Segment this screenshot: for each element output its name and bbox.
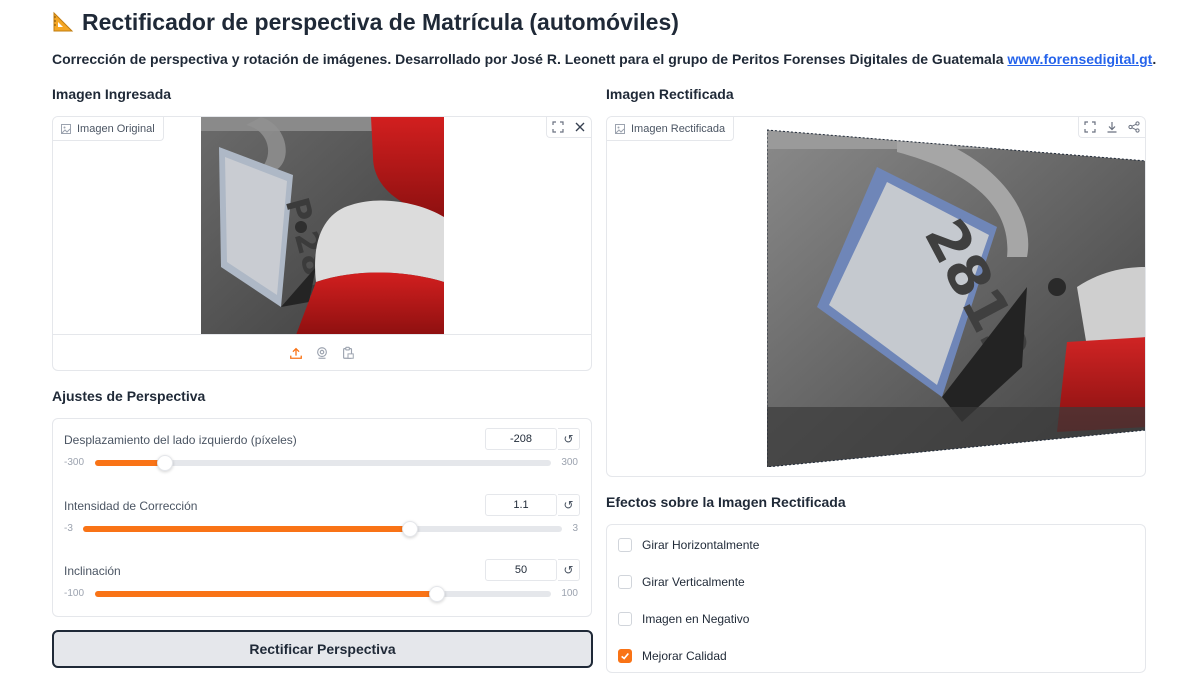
slider-correction-intensity: Intensidad de Corrección 1.1 ↺ -3 3 [53, 494, 591, 563]
slider-thumb[interactable] [156, 455, 173, 471]
effect-flip-vertical[interactable]: Girar Verticalmente [618, 572, 745, 592]
checkbox[interactable] [618, 575, 632, 589]
effects-panel: Girar Horizontalmente Girar Verticalment… [606, 524, 1146, 673]
slider-label: Desplazamiento del lado izquierdo (píxel… [64, 433, 297, 447]
effect-negative[interactable]: Imagen en Negativo [618, 609, 749, 629]
output-image-chip: Imagen Rectificada [607, 117, 735, 141]
settings-panel: Desplazamiento del lado izquierdo (píxel… [52, 418, 592, 617]
slider-number-input[interactable]: 50 [485, 559, 557, 581]
effect-flip-horizontal[interactable]: Girar Horizontalmente [618, 535, 759, 555]
description-suffix: . [1152, 51, 1157, 67]
slider-number-input[interactable]: -208 [485, 428, 557, 450]
description-text: Corrección de perspectiva y rotación de … [52, 51, 1004, 67]
slider-inclination: Inclinación 50 ↺ -100 100 [53, 559, 591, 616]
reset-icon[interactable]: ↺ [558, 494, 580, 516]
fullscreen-icon[interactable] [547, 117, 569, 137]
effects-label: Efectos sobre la Imagen Rectificada [606, 494, 846, 510]
input-image-toolbar [546, 117, 591, 138]
rectified-car-photo: 2812 [767, 129, 1145, 467]
reset-icon[interactable]: ↺ [558, 428, 580, 450]
webcam-icon[interactable] [314, 345, 330, 361]
settings-label: Ajustes de Perspectiva [52, 388, 206, 404]
slider-number-input[interactable]: 1.1 [485, 494, 557, 516]
checkbox[interactable] [618, 538, 632, 552]
image-icon [615, 123, 625, 134]
rectify-perspective-button[interactable]: Rectificar Perspectiva [52, 630, 593, 668]
input-image-chip: Imagen Original [53, 117, 164, 141]
original-car-photo: P 2812 [201, 117, 444, 335]
slider-min: -3 [64, 523, 73, 534]
slider-fill [83, 526, 411, 532]
checkbox-label: Girar Verticalmente [642, 575, 745, 589]
output-image-toolbar [1078, 117, 1145, 138]
checkbox-label: Girar Horizontalmente [642, 538, 760, 552]
slider-min: -300 [64, 457, 85, 468]
slider-max: 100 [561, 588, 578, 599]
checkbox-label: Imagen en Negativo [642, 612, 750, 626]
slider-track[interactable] [95, 455, 551, 471]
slider-thumb[interactable] [429, 586, 445, 602]
slider-max: 3 [572, 523, 578, 534]
close-icon[interactable] [569, 117, 591, 137]
checkbox-label: Mejorar Calidad [642, 649, 727, 663]
website-link[interactable]: www.forensedigital.gt [1007, 51, 1152, 67]
image-icon [61, 123, 71, 134]
fullscreen-icon[interactable] [1079, 117, 1101, 137]
share-icon[interactable] [1123, 117, 1145, 137]
slider-fill [95, 591, 437, 597]
slider-left-offset: Desplazamiento del lado izquierdo (píxel… [53, 428, 591, 497]
slider-label: Intensidad de Corrección [64, 499, 198, 513]
page-title: Rectificador de perspectiva de Matrícula… [52, 6, 679, 38]
page-title-text: Rectificador de perspectiva de Matrícula… [82, 8, 679, 35]
input-source-bar [53, 334, 591, 370]
slider-min: -100 [64, 588, 85, 599]
output-image-label: Imagen Rectificada [606, 86, 734, 102]
slider-track[interactable] [95, 586, 551, 602]
effect-enhance-quality[interactable]: Mejorar Calidad [618, 646, 727, 666]
checkbox[interactable] [618, 612, 632, 626]
output-image-panel: Imagen Rectificada 2812 [606, 116, 1146, 477]
page-description: Corrección de perspectiva y rotación de … [52, 51, 1156, 67]
slider-fill [95, 460, 165, 466]
clipboard-icon[interactable] [340, 345, 356, 361]
checkbox[interactable] [618, 649, 632, 663]
output-image-chip-label: Imagen Rectificada [631, 122, 726, 135]
input-image-chip-label: Imagen Original [77, 122, 155, 135]
input-image-label: Imagen Ingresada [52, 86, 172, 102]
slider-track[interactable] [83, 521, 562, 537]
slider-label: Inclinación [64, 564, 121, 578]
slider-thumb[interactable] [402, 521, 419, 537]
slider-max: 300 [561, 457, 578, 468]
triangular-ruler-icon [52, 11, 74, 33]
upload-icon[interactable] [288, 345, 304, 361]
reset-icon[interactable]: ↺ [558, 559, 580, 581]
input-image-panel[interactable]: Imagen Original P 2812 [52, 116, 592, 371]
download-icon[interactable] [1101, 117, 1123, 137]
